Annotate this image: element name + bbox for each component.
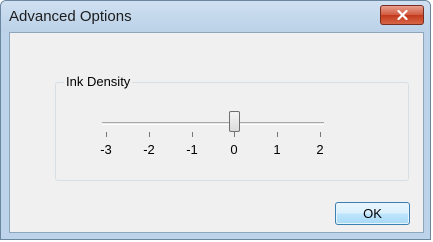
group-label: Ink Density <box>64 74 133 89</box>
close-icon <box>396 10 408 20</box>
slider-tick <box>277 132 278 137</box>
close-button[interactable] <box>380 5 424 25</box>
slider-tick-label: -3 <box>100 142 112 157</box>
ok-button[interactable]: OK <box>335 202 410 225</box>
slider-tick <box>234 132 235 137</box>
slider-tick-label: -2 <box>143 142 155 157</box>
slider-tick-label: 1 <box>273 142 281 157</box>
slider-thumb[interactable] <box>229 111 240 132</box>
slider-track[interactable] <box>102 122 324 125</box>
slider-tick-label: 0 <box>230 142 238 157</box>
slider-tick <box>106 132 107 137</box>
slider-tick-label: -1 <box>186 142 198 157</box>
slider-tick-label: 2 <box>316 142 324 157</box>
slider-tick <box>192 132 193 137</box>
ink-density-group: Ink Density -3 -2 -1 0 1 2 <box>55 74 409 181</box>
window-title: Advanced Options <box>9 8 132 25</box>
ink-density-slider[interactable]: -3 -2 -1 0 1 2 <box>100 109 324 159</box>
title-bar[interactable]: Advanced Options <box>1 1 430 31</box>
dialog-window: Advanced Options Ink Density -3 -2 -1 0 1 2 O… <box>0 0 431 240</box>
slider-tick <box>149 132 150 137</box>
dialog-content: Ink Density -3 -2 -1 0 1 2 OK <box>9 32 424 233</box>
slider-tick <box>320 132 321 137</box>
